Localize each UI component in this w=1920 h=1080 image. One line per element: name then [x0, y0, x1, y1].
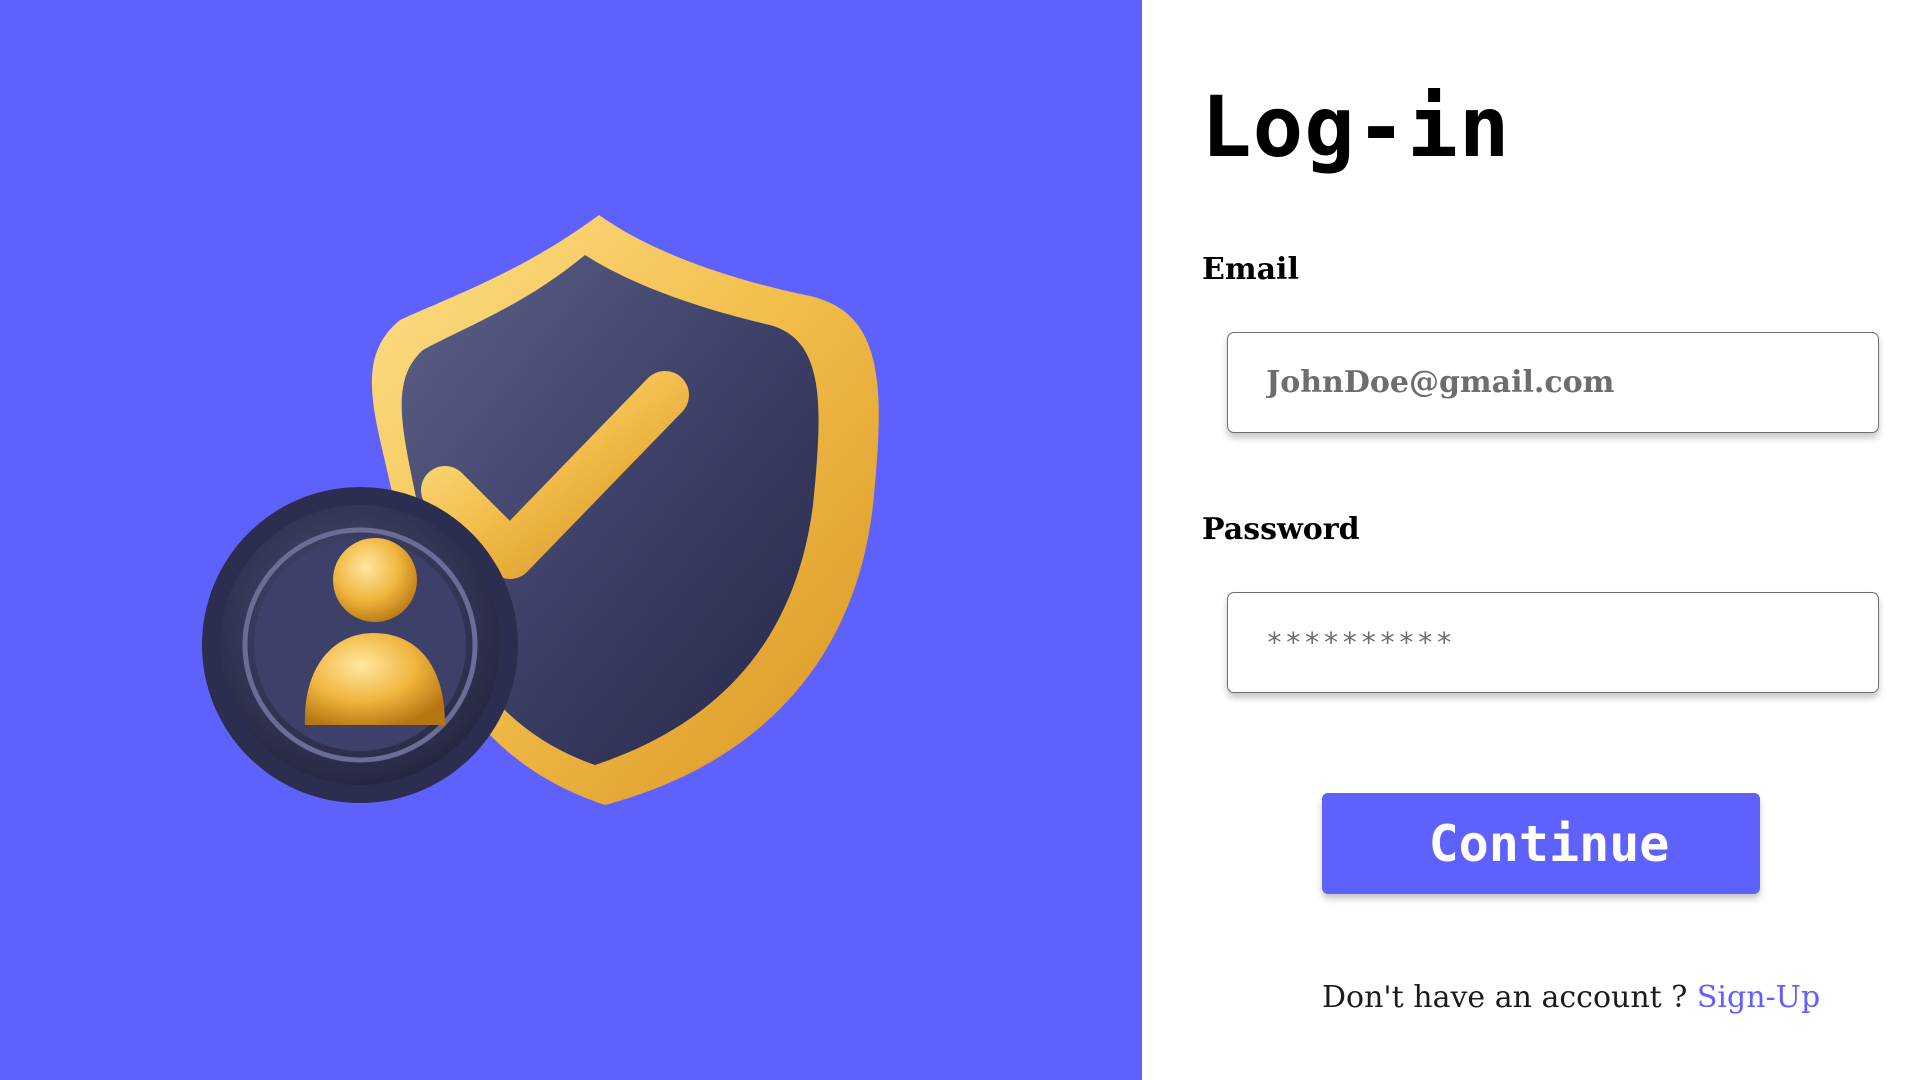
login-page: Log-in Email Password Continue Don't hav… [0, 0, 1920, 1080]
email-input[interactable] [1227, 332, 1879, 433]
page-title: Log-in [1201, 78, 1511, 176]
password-input[interactable] [1227, 592, 1879, 693]
user-head [333, 538, 417, 622]
signup-prompt-line: Don't have an account ? Sign-Up [1322, 980, 1820, 1015]
hero-panel [0, 0, 1142, 1080]
continue-button[interactable]: Continue [1322, 793, 1760, 894]
email-label: Email [1202, 252, 1299, 287]
shield-check-user-icon [202, 215, 879, 805]
signup-link[interactable]: Sign-Up [1697, 980, 1820, 1015]
password-label: Password [1202, 512, 1360, 547]
signup-prompt-text: Don't have an account ? [1322, 980, 1697, 1015]
login-form: Log-in Email Password Continue Don't hav… [1142, 0, 1920, 1080]
